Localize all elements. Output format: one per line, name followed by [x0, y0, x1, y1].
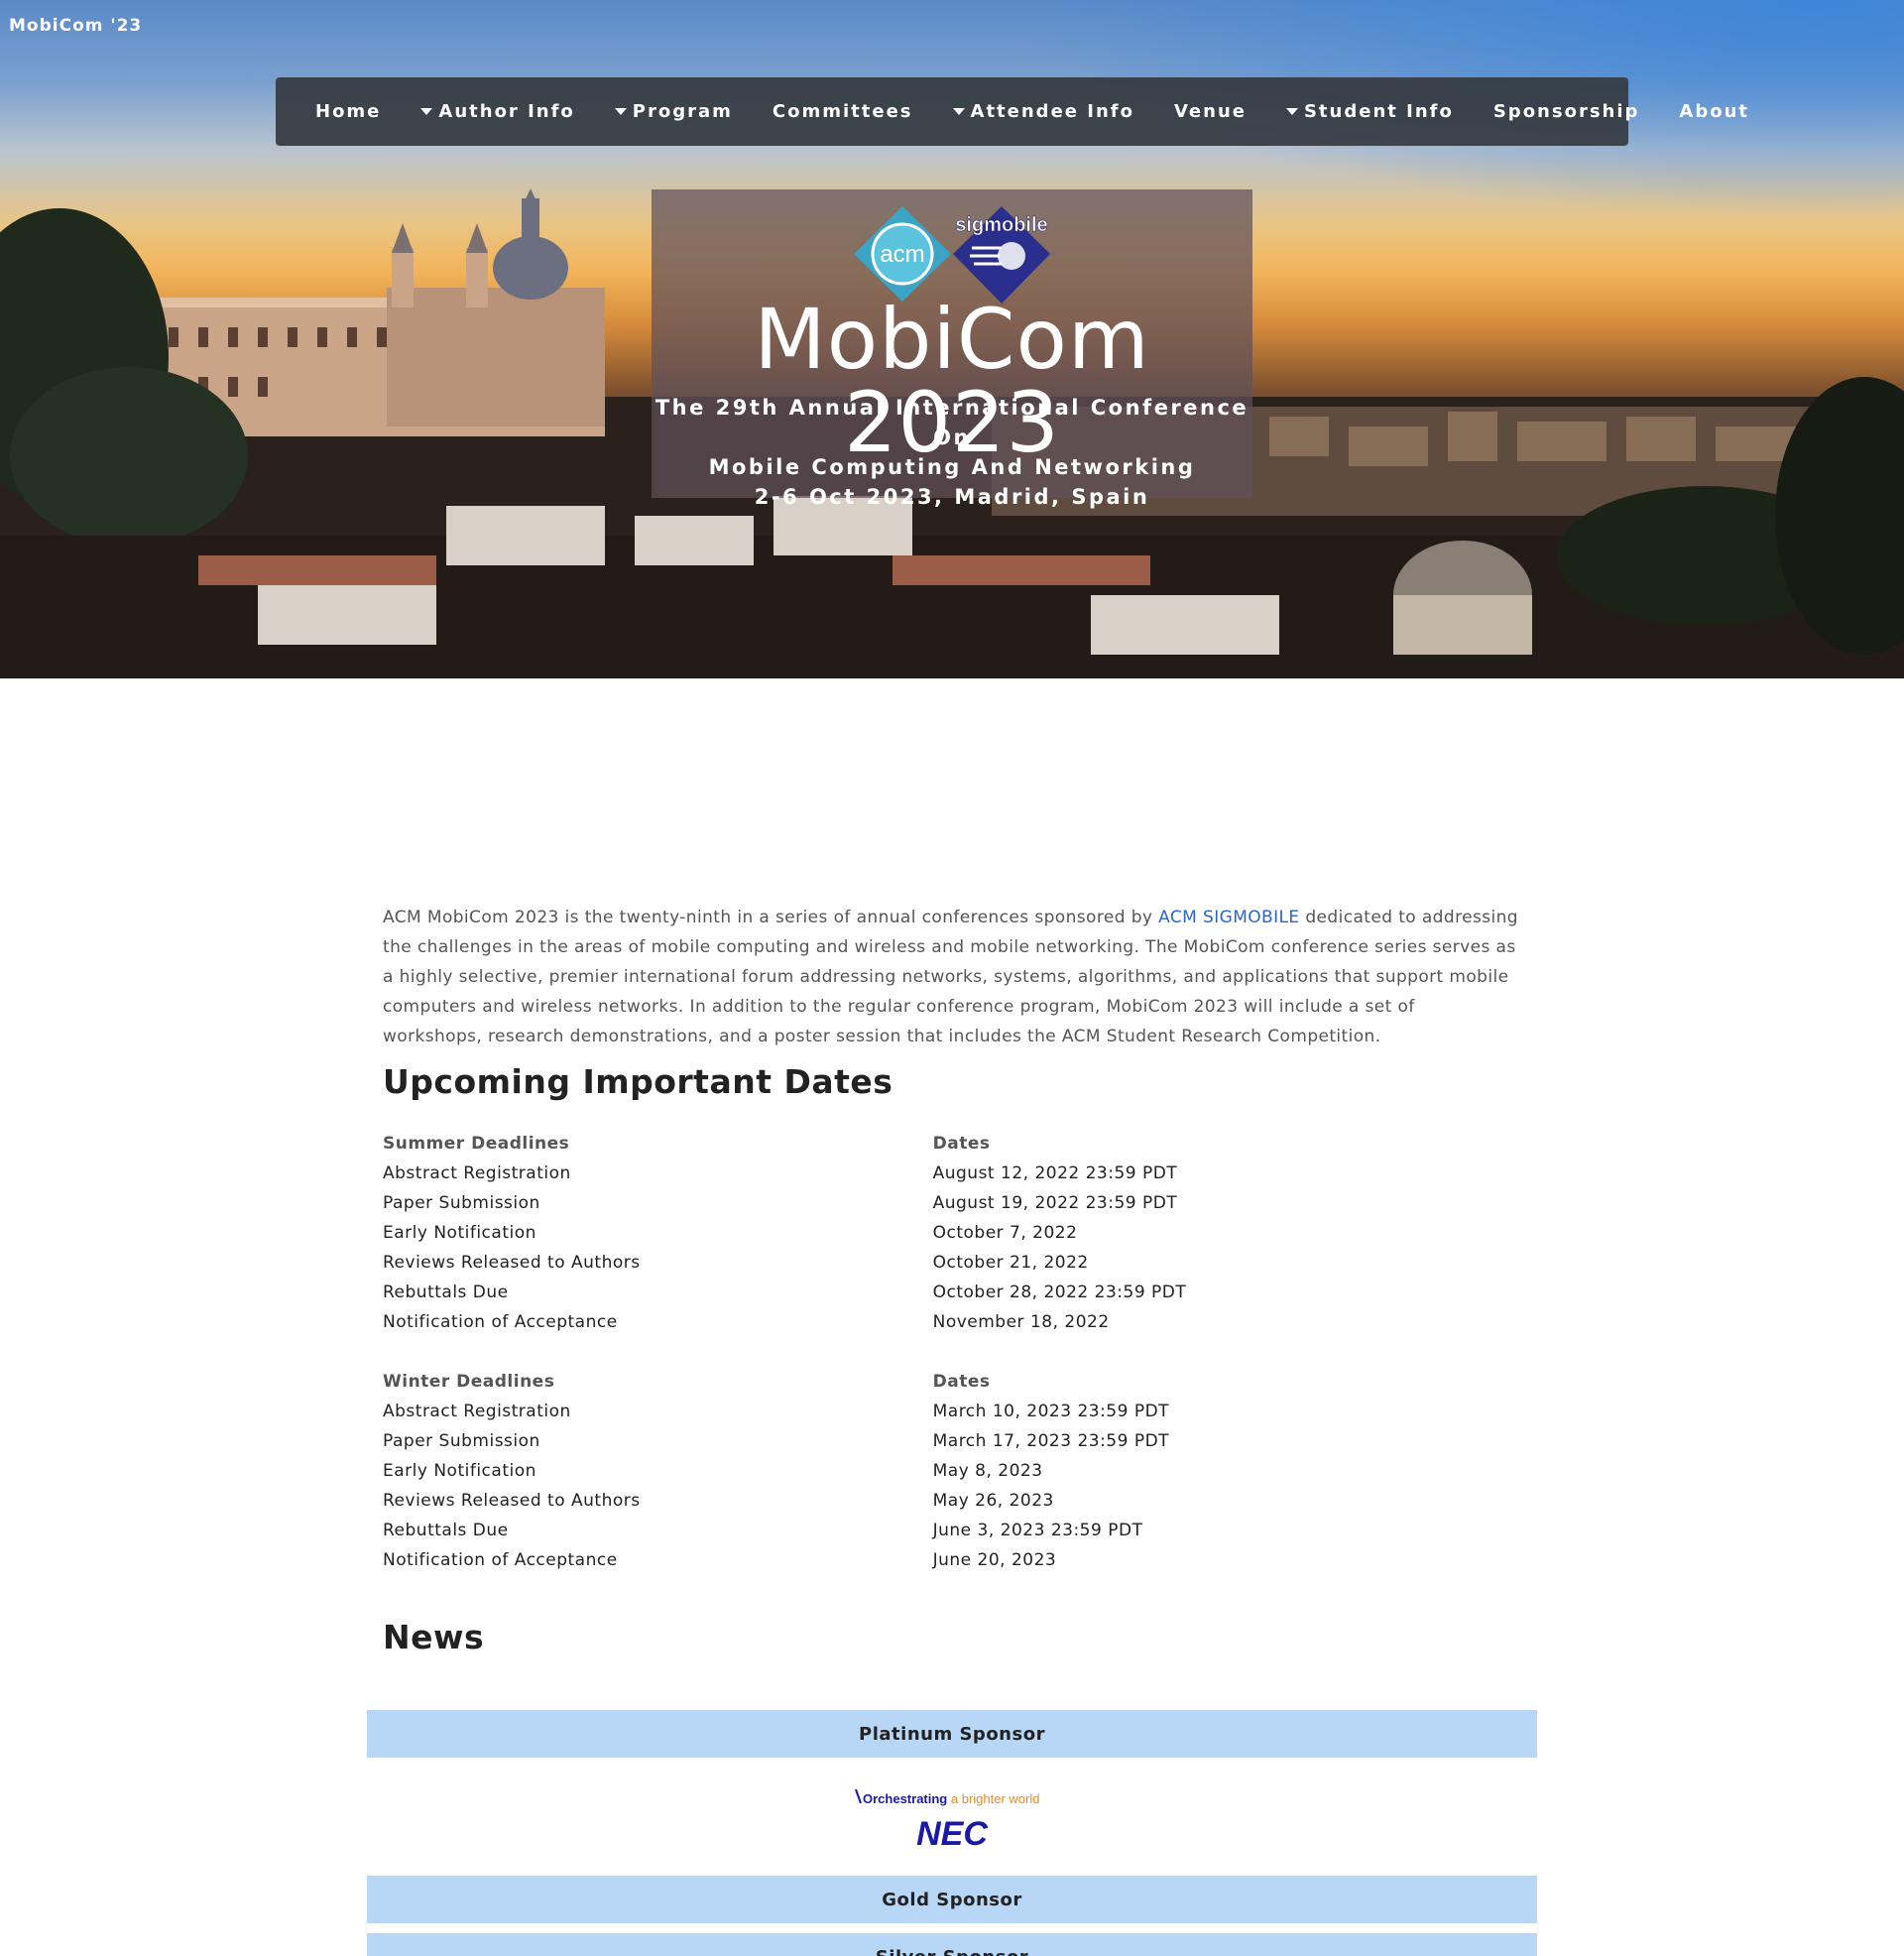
caret-down-icon	[952, 108, 965, 115]
nec-tagline-orchestrating: Orchestrating	[863, 1791, 947, 1806]
deadline-date: August 12, 2022 23:59 PDT	[932, 1163, 1178, 1183]
deadline-name: Paper Submission	[383, 1193, 540, 1213]
table-header-row: Summer Deadlines Dates	[383, 1129, 1216, 1159]
intro-text-end: dedicated to addressing the challenges i…	[383, 908, 1518, 1046]
table-row: Abstract Registration March 10, 2023 23:5…	[383, 1397, 1216, 1426]
deadline-name: Rebuttals Due	[383, 1521, 509, 1540]
table-row: Rebuttals Due October 28, 2022 23:59 PDT	[383, 1278, 1216, 1307]
deadline-name: Abstract Registration	[383, 1402, 571, 1421]
deadline-name: Reviews Released to Authors	[383, 1253, 641, 1273]
winter-header-deadline: Winter Deadlines	[383, 1372, 555, 1392]
table-header-row: Winter Deadlines Dates	[383, 1367, 1216, 1397]
nav-attendee-info-label: Attendee Info	[970, 101, 1134, 122]
table-row: Notification of Acceptance June 20, 2023	[383, 1545, 1216, 1575]
nav-sponsorship[interactable]: Sponsorship	[1474, 101, 1660, 122]
deadline-name: Reviews Released to Authors	[383, 1491, 641, 1511]
deadline-name: Abstract Registration	[383, 1163, 571, 1183]
platinum-sponsor-header: Platinum Sponsor	[367, 1710, 1537, 1758]
deadline-name: Notification of Acceptance	[383, 1550, 618, 1570]
winter-header-dates: Dates	[932, 1372, 991, 1392]
nec-name: NEC	[916, 1815, 988, 1853]
nav-home-label: Home	[315, 101, 382, 122]
summer-header-dates: Dates	[932, 1134, 991, 1154]
svg-text:Orchestrating a brighter world: Orchestrating a brighter world	[863, 1791, 1039, 1806]
table-row: Paper Submission August 19, 2022 23:59 PD…	[383, 1188, 1216, 1218]
deadline-date: June 3, 2023 23:59 PDT	[932, 1521, 1143, 1540]
nav-student-info-label: Student Info	[1303, 101, 1454, 122]
nec-sponsor-logo[interactable]: Orchestrating a brighter world NEC	[853, 1785, 1051, 1855]
table-row: Abstract Registration August 12, 2022 23:…	[383, 1159, 1216, 1188]
deadline-date: October 21, 2022	[932, 1253, 1089, 1273]
hero-subtitle-line3: 2-6 Oct 2023, Madrid, Spain	[754, 485, 1150, 509]
deadline-name: Early Notification	[383, 1461, 536, 1481]
nav-about-label: About	[1679, 101, 1750, 122]
hero-subtitle: The 29th Annual International Conference…	[652, 393, 1252, 512]
table-row: Early Notification May 8, 2023	[383, 1456, 1216, 1486]
sigmobile-link[interactable]: ACM SIGMOBILE	[1158, 908, 1299, 927]
deadline-date: June 20, 2023	[932, 1550, 1057, 1570]
nav-committees-label: Committees	[772, 101, 913, 122]
summer-deadlines-table: Summer Deadlines Dates Abstract Registra…	[383, 1129, 1216, 1337]
acm-logo-text: acm	[880, 241, 924, 268]
deadline-date: May 26, 2023	[932, 1491, 1054, 1511]
intro-section: ACM MobiCom 2023 is the twenty-ninth in …	[383, 903, 1519, 1051]
deadline-date: March 17, 2023 23:59 PDT	[932, 1431, 1170, 1451]
nav-home[interactable]: Home	[296, 101, 401, 122]
silver-sponsor-header: Silver Sponsor	[367, 1933, 1537, 1956]
table-row: Reviews Released to Authors May 26, 2023	[383, 1486, 1216, 1516]
deadline-date: October 7, 2022	[932, 1223, 1078, 1243]
main-navbar: Home Author Info Program Committees Atte…	[276, 77, 1747, 146]
table-row: Early Notification October 7, 2022	[383, 1218, 1216, 1248]
site-brand[interactable]: MobiCom '23	[9, 16, 142, 36]
table-row: Rebuttals Due June 3, 2023 23:59 PDT	[383, 1516, 1216, 1545]
nav-student-info[interactable]: Student Info	[1266, 101, 1474, 122]
sigmobile-logo: sigmobile	[953, 206, 1050, 304]
deadline-name: Paper Submission	[383, 1431, 540, 1451]
caret-down-icon	[614, 108, 627, 115]
caret-down-icon	[420, 108, 433, 115]
table-row: Notification of Acceptance November 18, 2…	[383, 1307, 1216, 1337]
deadline-date: May 8, 2023	[932, 1461, 1043, 1481]
hero-subtitle-line1: The 29th Annual International Conference…	[654, 396, 1250, 449]
news-heading: News	[383, 1618, 485, 1656]
hero-banner: MobiCom '23 Home Author Info Program Com…	[0, 0, 1904, 678]
nav-about[interactable]: About	[1659, 101, 1769, 122]
gold-sponsor-header: Gold Sponsor	[367, 1876, 1537, 1923]
nav-sponsorship-label: Sponsorship	[1492, 101, 1640, 122]
nav-author-info-label: Author Info	[438, 101, 575, 122]
intro-paragraph: ACM MobiCom 2023 is the twenty-ninth in …	[383, 903, 1519, 1051]
deadline-date: August 19, 2022 23:59 PDT	[932, 1193, 1178, 1213]
deadline-name: Rebuttals Due	[383, 1283, 509, 1302]
nav-committees[interactable]: Committees	[753, 101, 933, 122]
nav-venue-label: Venue	[1173, 101, 1247, 122]
summer-header-deadline: Summer Deadlines	[383, 1134, 570, 1154]
sigmobile-logo-text: sigmobile	[955, 214, 1047, 236]
deadline-date: March 10, 2023 23:59 PDT	[932, 1402, 1170, 1421]
deadline-date: October 28, 2022 23:59 PDT	[932, 1283, 1187, 1302]
hero-subtitle-line2: Mobile Computing And Networking	[708, 455, 1196, 479]
nav-program[interactable]: Program	[595, 101, 753, 122]
winter-deadlines-table: Winter Deadlines Dates Abstract Registra…	[383, 1367, 1216, 1575]
nec-tagline-brighter: a brighter world	[947, 1791, 1039, 1806]
dates-heading: Upcoming Important Dates	[383, 1062, 893, 1101]
caret-down-icon	[1285, 108, 1298, 115]
nav-author-info[interactable]: Author Info	[401, 101, 594, 122]
nav-program-label: Program	[632, 101, 733, 122]
acm-logo: acm	[854, 206, 951, 302]
table-row: Reviews Released to Authors October 21, 2…	[383, 1248, 1216, 1278]
intro-text-start: ACM MobiCom 2023 is the twenty-ninth in …	[383, 908, 1159, 927]
nav-venue[interactable]: Venue	[1154, 101, 1266, 122]
table-row: Paper Submission March 17, 2023 23:59 PDT	[383, 1426, 1216, 1456]
deadline-name: Early Notification	[383, 1223, 536, 1243]
deadline-date: November 18, 2022	[932, 1312, 1110, 1332]
nav-attendee-info[interactable]: Attendee Info	[933, 101, 1154, 122]
deadline-name: Notification of Acceptance	[383, 1312, 618, 1332]
